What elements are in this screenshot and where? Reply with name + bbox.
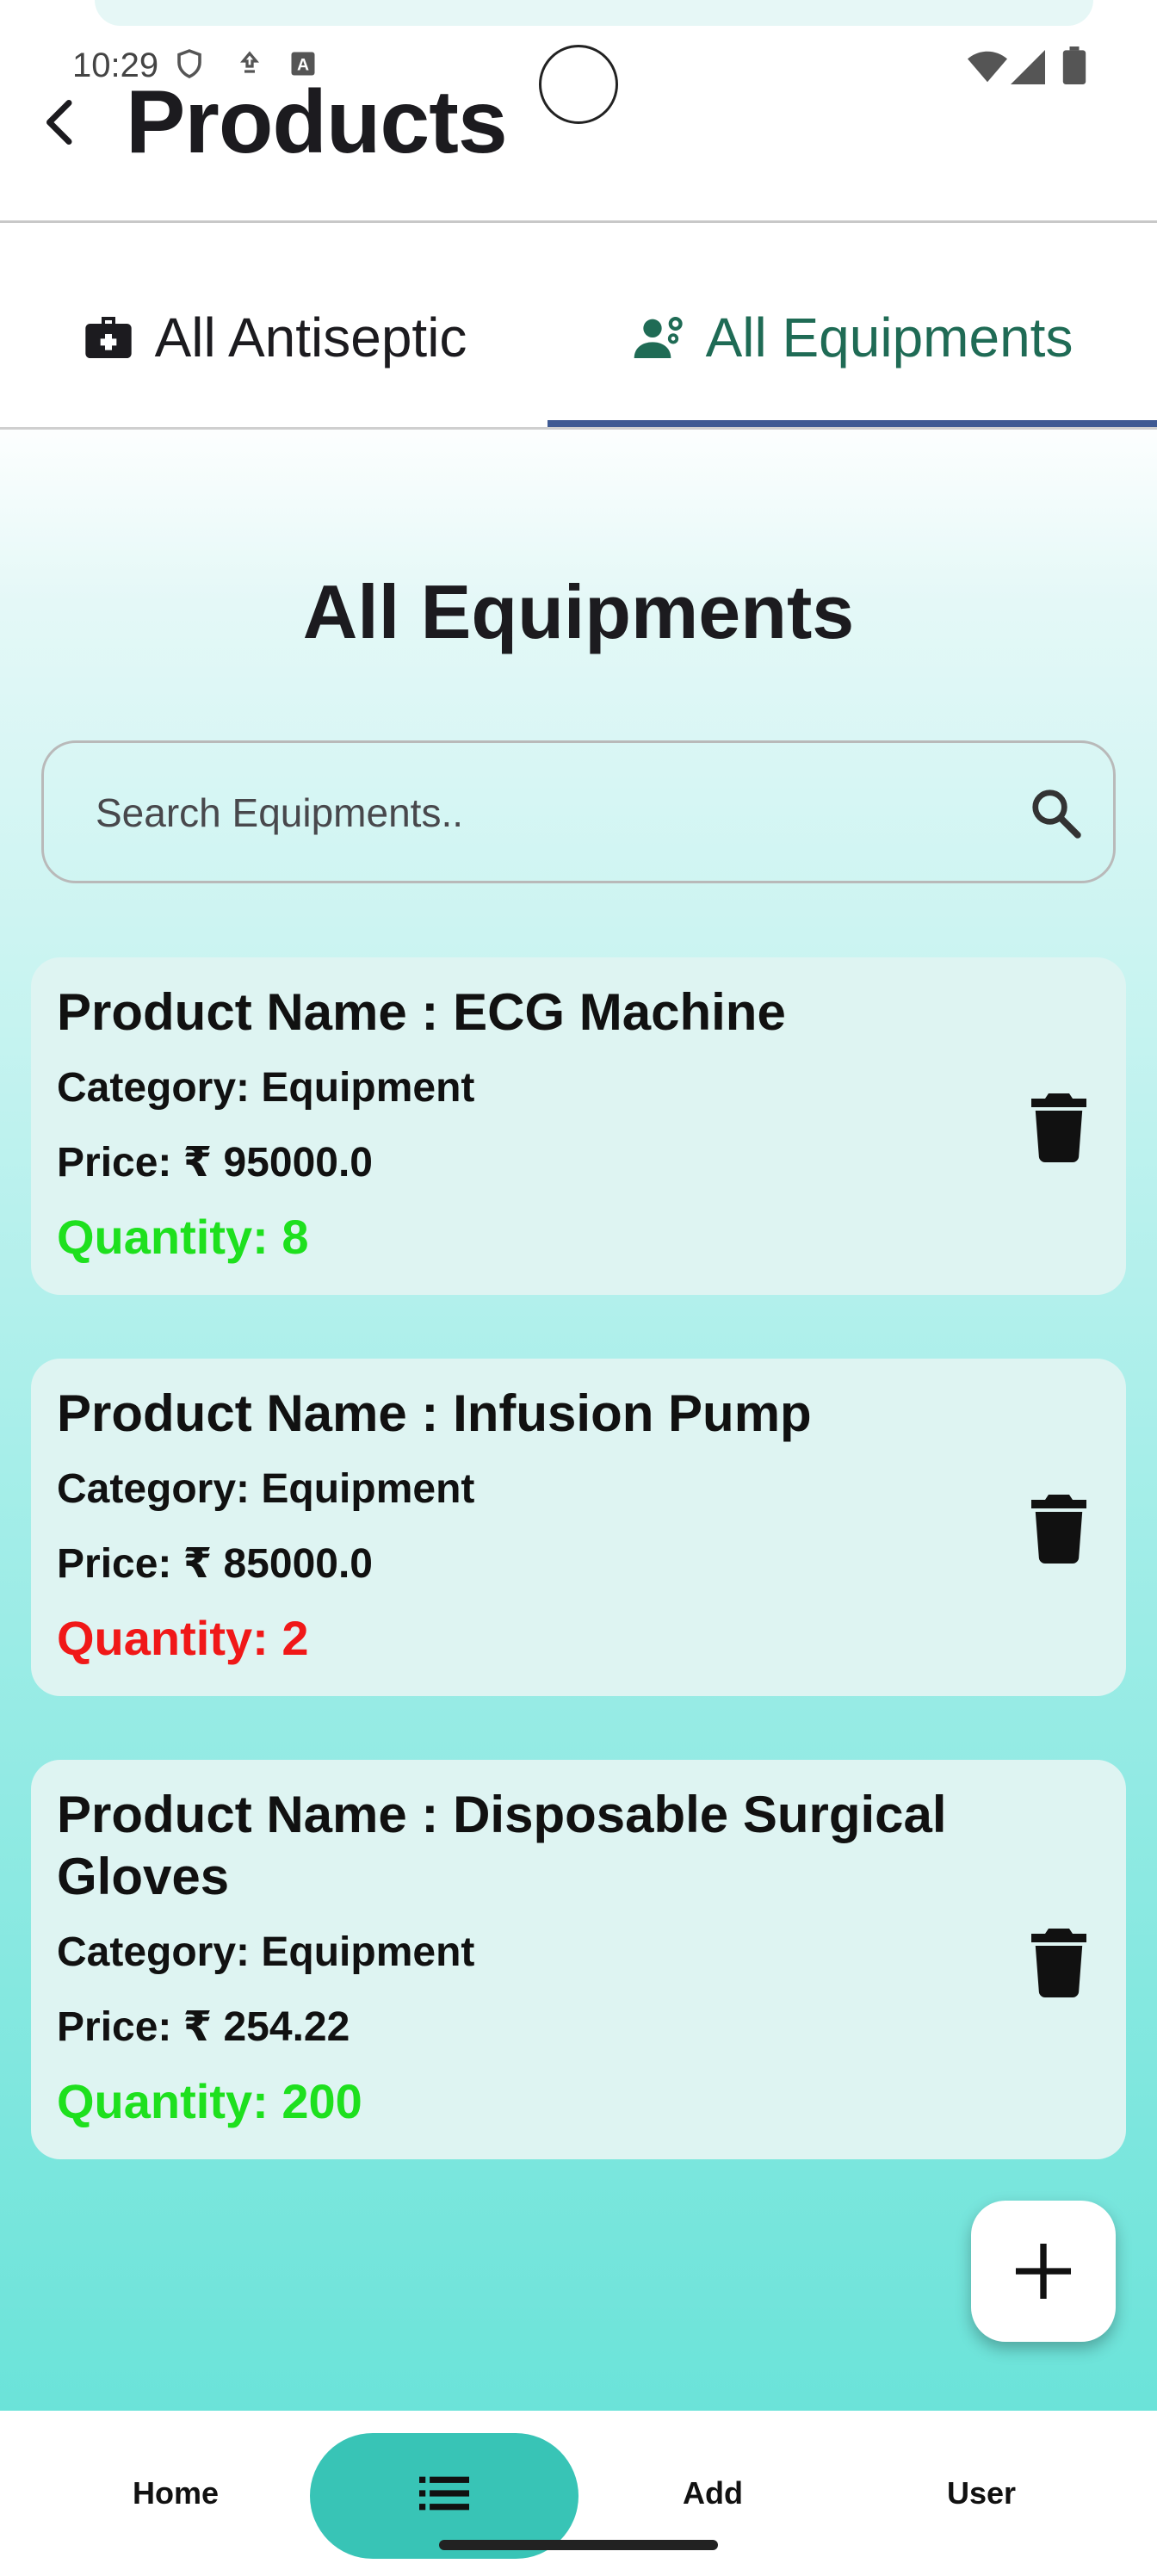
tab-label: All Equipments [705, 307, 1073, 368]
delete-icon[interactable] [1031, 1929, 1086, 1997]
nav-item-add[interactable]: Add [578, 2411, 847, 2576]
bottom-navigation: Home Add User [0, 2411, 1157, 2576]
add-product-fab[interactable] [971, 2201, 1116, 2342]
nav-item-list[interactable] [310, 2411, 578, 2576]
product-name: Product Name : Infusion Pump [57, 1384, 812, 1442]
product-price: Price: ₹ 95000.0 [57, 1140, 373, 1186]
nav-label: Home [132, 2475, 220, 2511]
product-category: Category: Equipment [57, 1466, 475, 1512]
tab-label: All Antiseptic [154, 307, 467, 368]
page-title: Products [126, 72, 508, 172]
product-quantity: Quantity: 8 [57, 1210, 309, 1264]
product-card[interactable]: Product Name : ECG Machine Category: Equ… [31, 957, 1126, 1295]
gesture-bar [439, 2540, 718, 2550]
plus-icon [1015, 2243, 1072, 2300]
back-arrow-icon[interactable] [34, 96, 86, 148]
product-quantity: Quantity: 2 [57, 1611, 309, 1665]
product-name: Product Name : ECG Machine [57, 983, 786, 1041]
product-name-line: Gloves [57, 1848, 230, 1905]
product-category: Category: Equipment [57, 1929, 475, 1975]
nav-label: Add [683, 2475, 743, 2511]
medical-kit-icon [84, 317, 132, 358]
list-icon [419, 2476, 469, 2511]
section-title: All Equipments [302, 569, 855, 654]
product-price: Price: ₹ 254.22 [57, 2004, 350, 2050]
product-quantity: Quantity: 200 [57, 2074, 362, 2128]
product-name-line: Product Name : Disposable Surgical [57, 1786, 947, 1843]
product-card[interactable]: Product Name : Disposable Surgical Glove… [31, 1760, 1126, 2159]
product-price: Price: ₹ 85000.0 [57, 1541, 373, 1587]
product-name: Product Name : Disposable Surgical Glove… [57, 1784, 1004, 1908]
delete-icon[interactable] [1031, 1093, 1086, 1162]
nav-item-user[interactable]: User [847, 2411, 1116, 2576]
product-card[interactable]: Product Name : Infusion Pump Category: E… [31, 1359, 1126, 1696]
app-bar: Products [0, 52, 1157, 223]
tab-all-antiseptic[interactable]: All Antiseptic [0, 248, 548, 427]
delete-icon[interactable] [1031, 1495, 1086, 1564]
search-box [41, 740, 1116, 883]
nav-label: User [946, 2475, 1017, 2511]
tab-all-equipments[interactable]: All Equipments [548, 248, 1157, 427]
search-icon[interactable] [1029, 786, 1082, 839]
nav-item-home[interactable]: Home [41, 2411, 310, 2576]
tab-indicator [548, 420, 1157, 427]
medical-staff-icon [634, 316, 683, 358]
search-input[interactable] [94, 743, 1010, 882]
tab-bar: All Antiseptic All Equipments [0, 248, 1157, 430]
product-category: Category: Equipment [57, 1065, 475, 1111]
